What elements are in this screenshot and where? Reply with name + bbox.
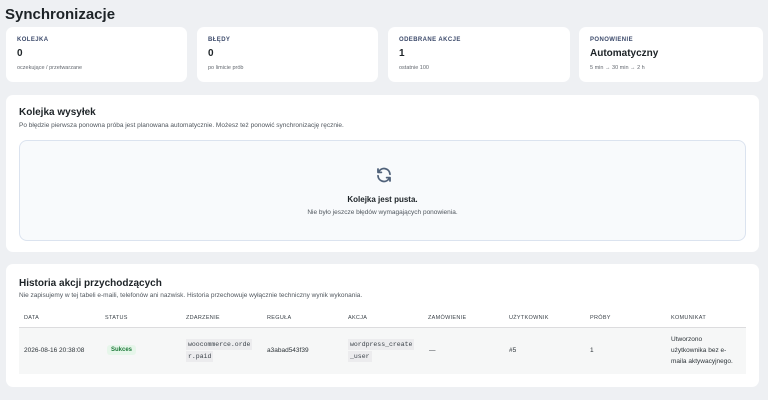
history-title: Historia akcji przychodzących — [19, 278, 162, 289]
col-header-action: AKCJA — [348, 315, 368, 321]
col-header-date: DATA — [24, 315, 40, 321]
col-header-rule: REGUŁA — [267, 315, 292, 321]
stat-sub: oczekujące / przetwarzane — [17, 65, 83, 71]
cell-order: — — [429, 347, 436, 354]
col-header-order: ZAMÓWIENIE — [428, 315, 467, 321]
cell-user: #5 — [509, 347, 517, 354]
col-header-event: ZDARZENIE — [186, 315, 220, 321]
stat-value: Automatyczny — [590, 48, 659, 59]
col-header-user: UŻYTKOWNIK — [509, 315, 549, 321]
cell-message-line2: użytkownika bez e- — [671, 347, 727, 354]
status-badge: Sukces — [107, 345, 137, 355]
stat-card-received: ODEBRANE AKCJE 1 ostatnie 100 — [388, 27, 570, 82]
stat-card-errors: BŁĘDY 0 po limicie prób — [197, 27, 378, 82]
stat-label: PONOWIENIE — [590, 37, 634, 43]
empty-title: Kolejka jest pusta. — [347, 195, 418, 204]
stat-label: ODEBRANE AKCJE — [399, 37, 461, 43]
col-header-status: STATUS — [105, 315, 128, 321]
cell-message-line1: Utworzono — [671, 336, 703, 343]
stat-value: 1 — [399, 48, 405, 59]
stat-card-queue: KOLEJKA 0 oczekujące / przetwarzane — [6, 27, 187, 82]
stat-sub: ostatnie 100 — [399, 65, 429, 71]
cell-event-line2: r.paid — [186, 351, 214, 362]
queue-empty-state: Kolejka jest pusta. Nie było jeszcze błę… — [19, 140, 746, 241]
queue-panel: Kolejka wysyłek Po błędzie pierwsza pono… — [6, 95, 759, 252]
history-table: DATA STATUS ZDARZENIE REGUŁA AKCJA ZAMÓW… — [19, 310, 746, 374]
history-panel: Historia akcji przychodzących Nie zapisu… — [6, 264, 759, 387]
cell-rule: a3abad543f39 — [267, 347, 309, 354]
cell-action-line1: wordpress_create — [348, 339, 415, 350]
stat-card-retry: PONOWIENIE Automatyczny 5 min → 30 min →… — [579, 27, 763, 82]
col-header-attempts: PRÓBY — [590, 315, 611, 321]
stat-value: 0 — [208, 48, 214, 59]
page-title: Synchronizacje — [5, 6, 116, 23]
cell-action-line2: _user — [348, 351, 372, 362]
cell-attempts: 1 — [590, 347, 594, 354]
cell-event-line1: woocommerce.orde — [186, 339, 253, 350]
table-row[interactable]: 2026-08-16 20:38:08 Sukces woocommerce.o… — [19, 328, 746, 374]
queue-description: Po błędzie pierwsza ponowna próba jest p… — [19, 122, 344, 129]
stats-cards: KOLEJKA 0 oczekujące / przetwarzane BŁĘD… — [6, 27, 763, 82]
cell-message-line3: maila aktywacyjnego. — [671, 358, 733, 365]
history-description: Nie zapisujemy w tej tabeli e-maili, tel… — [19, 292, 363, 299]
empty-subtitle: Nie było jeszcze błędów wymagających pon… — [307, 209, 458, 216]
stat-value: 0 — [17, 48, 23, 59]
queue-title: Kolejka wysyłek — [19, 107, 96, 118]
stat-label: BŁĘDY — [208, 37, 231, 43]
col-header-message: KOMUNIKAT — [671, 315, 706, 321]
stat-sub: po limicie prób — [208, 65, 244, 71]
cell-date: 2026-08-16 20:38:08 — [24, 347, 85, 354]
stat-label: KOLEJKA — [17, 37, 49, 43]
refresh-icon — [377, 167, 391, 183]
stat-sub: 5 min → 30 min → 2 h — [590, 65, 645, 71]
table-header: DATA STATUS ZDARZENIE REGUŁA AKCJA ZAMÓW… — [19, 310, 746, 328]
